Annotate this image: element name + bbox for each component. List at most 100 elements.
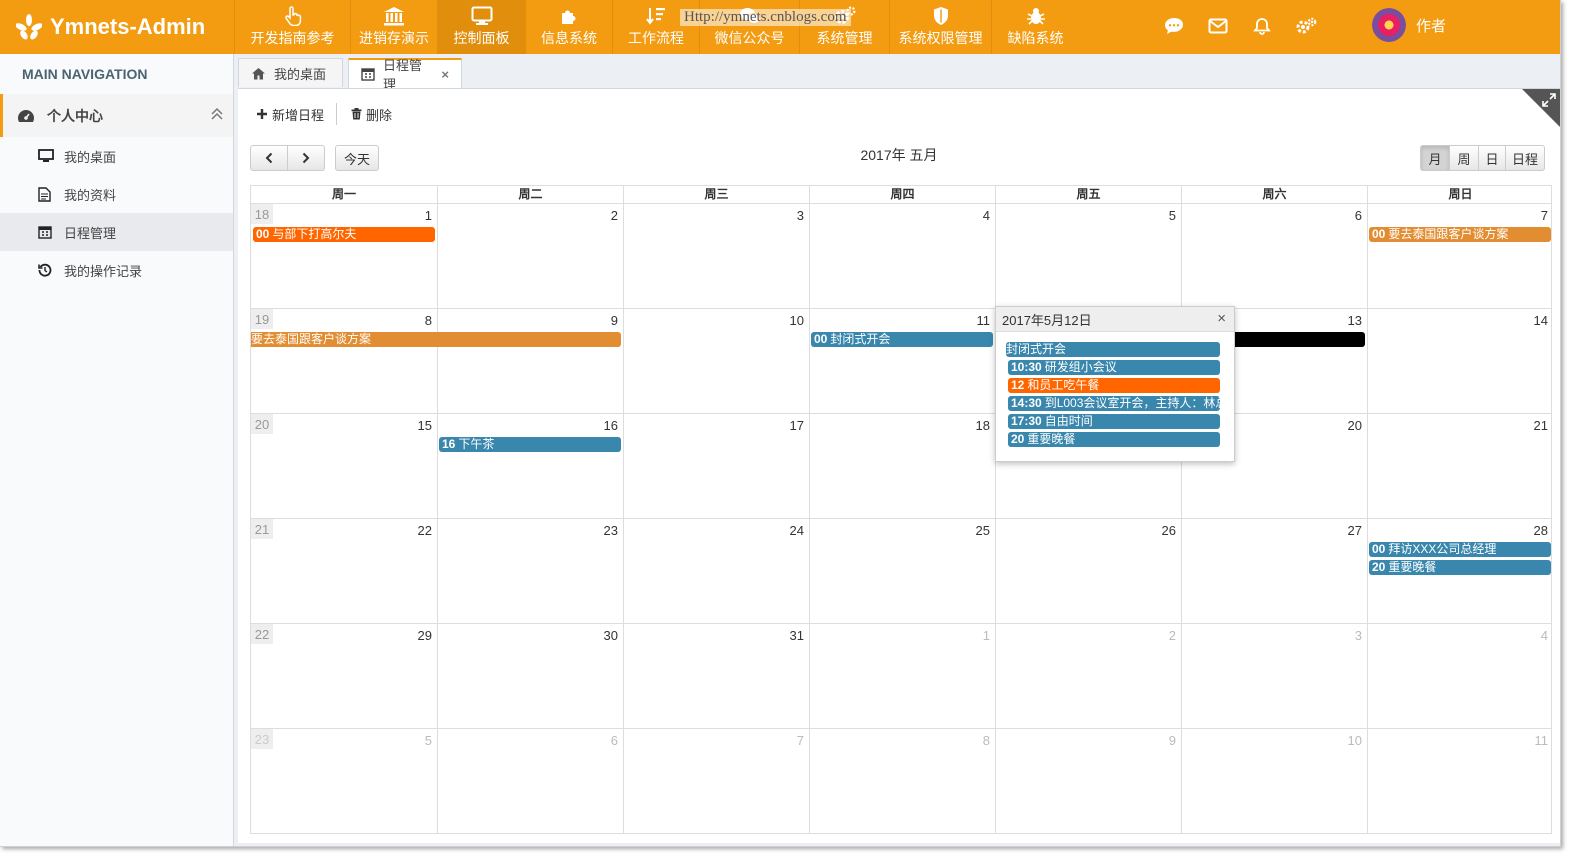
- calendar-event[interactable]: 00 拜访XXX公司总经理: [1369, 542, 1551, 557]
- user-menu[interactable]: 作者: [1372, 8, 1446, 42]
- calendar-event[interactable]: 00 要去泰国跟客户谈方案: [1369, 227, 1551, 242]
- day-cell[interactable]: 2: [437, 204, 623, 308]
- day-cell[interactable]: 8: [809, 729, 995, 833]
- day-cell[interactable]: 3: [623, 204, 809, 308]
- day-cell[interactable]: 30: [437, 624, 623, 728]
- sidebar-item-2[interactable]: 日程管理: [0, 213, 233, 251]
- sidebar-item-1[interactable]: 我的资料: [0, 175, 233, 213]
- day-number: 13: [1347, 313, 1362, 328]
- event-title: 到L003会议室开会，主持人：林总: [1044, 396, 1220, 410]
- bug-icon: [1026, 6, 1046, 26]
- day-cell[interactable]: 7: [1367, 204, 1553, 308]
- day-cell[interactable]: 11: [1367, 729, 1553, 833]
- day-cell[interactable]: 14: [1367, 309, 1553, 413]
- day-cell[interactable]: 26: [995, 519, 1181, 623]
- tab-0[interactable]: 我的桌面: [238, 58, 343, 87]
- sidebar-item-0[interactable]: 我的桌面: [0, 137, 233, 175]
- day-cell[interactable]: 25: [809, 519, 995, 623]
- day-number: 5: [1168, 208, 1176, 223]
- day-cell[interactable]: 23: [437, 519, 623, 623]
- calendar-event[interactable]: 16 下午茶: [439, 437, 621, 452]
- nav-item-2[interactable]: 控制面板: [437, 0, 525, 54]
- day-events-popover: 2017年5月12日 × 封闭式开会 10:30 研发组小会议 12 和员工吃午餐 14:…: [995, 306, 1235, 462]
- event-time: 00: [1372, 227, 1386, 241]
- day-number: 7: [1540, 208, 1548, 223]
- gears-icon[interactable]: [1284, 14, 1328, 38]
- top-navbar: Ymnets-Admin 开发指南参考 进销存演示 控制面板 信息系统 工作流程 微信公众…: [0, 0, 1560, 54]
- expand-icon[interactable]: [1542, 93, 1556, 107]
- day-cell[interactable]: 4: [1367, 624, 1553, 728]
- day-number: 24: [789, 523, 804, 538]
- popover-close-icon[interactable]: ×: [1217, 310, 1226, 327]
- day-number: 10: [1347, 733, 1362, 748]
- day-cell[interactable]: 3: [1181, 624, 1367, 728]
- delete-button[interactable]: 删除: [351, 105, 392, 124]
- view-button-0[interactable]: 月: [1420, 145, 1450, 171]
- day-number: 28: [1533, 523, 1548, 538]
- mail-icon[interactable]: [1196, 14, 1240, 38]
- event-title: 拜访XXX公司总经理: [1388, 542, 1497, 556]
- day-cell[interactable]: 23 5: [251, 729, 437, 833]
- chat-icon[interactable]: [1152, 14, 1196, 38]
- sidebar-item-3[interactable]: 我的操作记录: [0, 251, 233, 289]
- popover-event[interactable]: 10:30 研发组小会议: [1008, 360, 1220, 375]
- day-number: 8: [982, 733, 990, 748]
- day-cell[interactable]: 9: [437, 309, 623, 413]
- popover-title: 2017年5月12日: [1002, 312, 1092, 328]
- day-number: 7: [796, 733, 804, 748]
- calendar-event[interactable]: 00 与部下打高尔夫: [253, 227, 435, 242]
- nav-item-3[interactable]: 信息系统: [525, 0, 612, 54]
- nav-item-1[interactable]: 进销存演示: [350, 0, 437, 54]
- day-cell[interactable]: 31: [623, 624, 809, 728]
- tab-1[interactable]: 日程管理 ×: [348, 58, 462, 92]
- page-tabs: 我的桌面 日程管理 ×: [238, 58, 467, 92]
- day-cell[interactable]: 6: [1181, 204, 1367, 308]
- popover-event[interactable]: 12 和员工吃午餐: [1008, 378, 1220, 393]
- day-cell[interactable]: 21: [1367, 414, 1553, 518]
- day-cell[interactable]: 10: [1181, 729, 1367, 833]
- brand-logo[interactable]: Ymnets-Admin: [16, 12, 205, 42]
- bell-icon[interactable]: [1240, 14, 1284, 38]
- day-number: 20: [1347, 418, 1362, 433]
- day-cell[interactable]: 11: [809, 309, 995, 413]
- view-button-1[interactable]: 周: [1449, 145, 1479, 171]
- nav-item-8[interactable]: 缺陷系统: [991, 0, 1079, 54]
- day-cell[interactable]: 4: [809, 204, 995, 308]
- day-number: 29: [417, 628, 432, 643]
- day-number: 23: [603, 523, 618, 538]
- popover-event[interactable]: 20 重要晚餐: [1008, 432, 1220, 447]
- day-cell[interactable]: 5: [995, 204, 1181, 308]
- day-cell[interactable]: 6: [437, 729, 623, 833]
- day-cell[interactable]: 24: [623, 519, 809, 623]
- tab-close-icon[interactable]: ×: [441, 67, 449, 82]
- day-cell[interactable]: 20 15: [251, 414, 437, 518]
- day-cell[interactable]: 18: [809, 414, 995, 518]
- day-cell[interactable]: 27: [1181, 519, 1367, 623]
- event-title: 重要晚餐: [1027, 432, 1076, 446]
- day-cell[interactable]: 17: [623, 414, 809, 518]
- day-cell[interactable]: 16: [437, 414, 623, 518]
- calendar-event[interactable]: 20 重要晚餐: [1369, 560, 1551, 575]
- day-cell[interactable]: 1: [809, 624, 995, 728]
- view-button-3[interactable]: 日程: [1505, 145, 1545, 171]
- sidebar-group-personal[interactable]: 个人中心: [0, 94, 233, 137]
- day-cell[interactable]: 10: [623, 309, 809, 413]
- popover-event[interactable]: 封闭式开会: [1006, 342, 1220, 357]
- day-cell[interactable]: 9: [995, 729, 1181, 833]
- nav-item-label: 进销存演示: [359, 30, 429, 46]
- calendar-event[interactable]: 要去泰国跟客户谈方案: [251, 332, 621, 347]
- day-cell[interactable]: 2: [995, 624, 1181, 728]
- popover-event[interactable]: 14:30 到L003会议室开会，主持人：林总: [1008, 396, 1220, 411]
- event-title: 重要晚餐: [1388, 560, 1437, 574]
- day-cell[interactable]: 7: [623, 729, 809, 833]
- nav-item-0[interactable]: 开发指南参考: [234, 0, 350, 54]
- day-cell[interactable]: 22 29: [251, 624, 437, 728]
- popover-event[interactable]: 17:30 自由时间: [1008, 414, 1220, 429]
- view-button-2[interactable]: 日: [1478, 145, 1506, 171]
- add-schedule-button[interactable]: 新增日程: [256, 105, 324, 124]
- day-cell[interactable]: 18 1: [251, 204, 437, 308]
- nav-item-7[interactable]: 系统权限管理: [889, 0, 991, 54]
- calendar-event[interactable]: 00 封闭式开会: [811, 332, 993, 347]
- day-cell[interactable]: 21 22: [251, 519, 437, 623]
- day-cell[interactable]: 19 8: [251, 309, 437, 413]
